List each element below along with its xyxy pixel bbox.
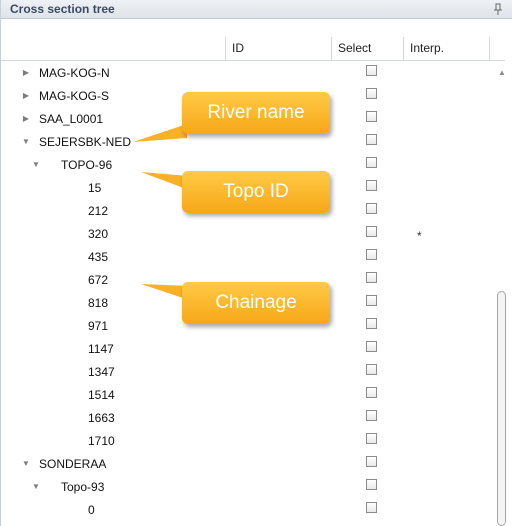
select-checkbox[interactable]: [366, 387, 377, 398]
select-checkbox[interactable]: [366, 249, 377, 260]
tree-row-label: 672: [88, 273, 109, 287]
select-checkbox[interactable]: [366, 479, 377, 490]
select-checkbox[interactable]: [366, 272, 377, 283]
select-checkbox[interactable]: [366, 456, 377, 467]
panel-title-bar: Cross section tree: [1, 0, 512, 19]
tree-row-label: 1147: [88, 342, 114, 356]
tree-row-label: SONDERAA: [39, 457, 107, 471]
tree-row[interactable]: ▼ SEJERSBK-NED: [1, 131, 496, 154]
tree-row[interactable]: 0: [1, 499, 496, 522]
tree-row-label: 435: [88, 250, 109, 264]
select-checkbox[interactable]: [366, 134, 377, 145]
callout-topo-id: Topo ID: [182, 171, 330, 213]
callout-river-name: River name: [182, 92, 330, 134]
select-checkbox[interactable]: [366, 203, 377, 214]
select-checkbox[interactable]: [366, 111, 377, 122]
select-checkbox[interactable]: [366, 180, 377, 191]
panel-title: Cross section tree: [10, 2, 115, 16]
column-header-interp[interactable]: Interp.: [403, 37, 489, 60]
expand-arrow-icon[interactable]: ▼: [31, 482, 41, 492]
select-checkbox[interactable]: [366, 502, 377, 513]
tree-row-label: 971: [88, 319, 109, 333]
tree-row[interactable]: 1147: [1, 338, 496, 361]
cross-section-tree-panel: Cross section tree ID Select Interp. ▶ MA…: [0, 0, 512, 526]
tree-row[interactable]: ▼ Topo-93: [1, 476, 496, 499]
select-checkbox[interactable]: [366, 433, 377, 444]
tree-row-label: MAG-KOG-N: [39, 66, 110, 80]
expand-arrow-icon[interactable]: ▼: [21, 459, 31, 469]
collapse-arrow-icon[interactable]: ▶: [21, 91, 31, 101]
tree-row-label: SAA_L0001: [39, 112, 104, 126]
tree-row[interactable]: 1347: [1, 361, 496, 384]
select-checkbox[interactable]: [366, 226, 377, 237]
select-checkbox[interactable]: [366, 88, 377, 99]
column-header-select[interactable]: Select: [331, 37, 403, 60]
select-checkbox[interactable]: [366, 410, 377, 421]
select-checkbox[interactable]: [366, 364, 377, 375]
collapse-arrow-icon[interactable]: ▶: [21, 114, 31, 124]
select-checkbox[interactable]: [366, 341, 377, 352]
tree-row-label: 1663: [88, 411, 115, 425]
column-header-id[interactable]: ID: [225, 37, 331, 60]
vertical-scrollbar[interactable]: ▲: [496, 62, 508, 526]
tree-row[interactable]: 1663: [1, 407, 496, 430]
tree-row-label: 212: [88, 204, 109, 218]
tree-row-label: 1710: [88, 434, 115, 448]
select-checkbox[interactable]: [366, 157, 377, 168]
scroll-up-icon[interactable]: ▲: [496, 68, 508, 78]
column-header-row: ID Select Interp.: [1, 37, 505, 61]
tree-row[interactable]: ▶ MAG-KOG-N: [1, 62, 496, 85]
select-checkbox[interactable]: [366, 295, 377, 306]
tree-row-label: 1514: [88, 388, 115, 402]
tree-row-label: 818: [88, 296, 109, 310]
tree-row-label: 320: [88, 227, 109, 241]
tree-row[interactable]: 320 *: [1, 223, 496, 246]
tree-row-label: 0: [88, 503, 95, 517]
tree-row-label: SEJERSBK-NED: [39, 135, 132, 149]
expand-arrow-icon[interactable]: ▼: [21, 137, 31, 147]
collapse-arrow-icon[interactable]: ▶: [21, 68, 31, 78]
tree-row[interactable]: 1710: [1, 430, 496, 453]
tree-row-label: TOPO-96: [61, 158, 113, 172]
scrollbar-thumb[interactable]: [497, 291, 506, 526]
select-checkbox[interactable]: [366, 318, 377, 329]
column-header-spacer: [489, 37, 505, 60]
tree-row-label: MAG-KOG-S: [39, 89, 110, 103]
interp-value: *: [417, 229, 422, 243]
tree-row-label: Topo-93: [61, 480, 105, 494]
tree-row[interactable]: 1514: [1, 384, 496, 407]
tree-row[interactable]: 435: [1, 246, 496, 269]
tree-row[interactable]: ▼ SONDERAA: [1, 453, 496, 476]
callout-chainage: Chainage: [182, 282, 330, 324]
expand-arrow-icon[interactable]: ▼: [31, 160, 41, 170]
tree-row-label: 15: [88, 181, 102, 195]
select-checkbox[interactable]: [366, 65, 377, 76]
tree-row-label: 1347: [88, 365, 115, 379]
pin-icon[interactable]: [491, 1, 505, 17]
